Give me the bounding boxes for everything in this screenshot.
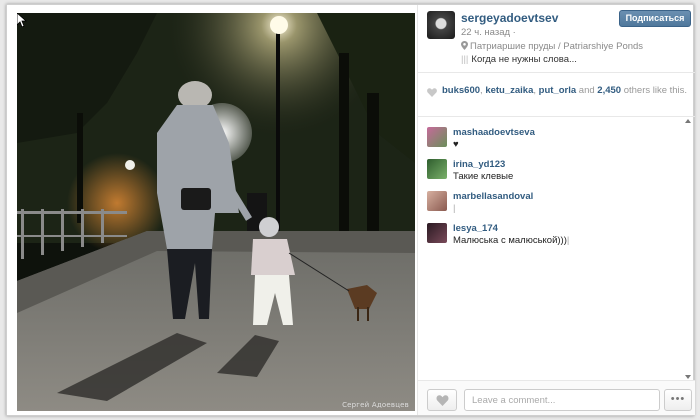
author-username[interactable]: sergeyadoevtsev (461, 11, 558, 25)
comment-item: mashaadoevtseva ♥ (418, 122, 682, 152)
more-options-button[interactable]: ••• (664, 389, 692, 411)
liker-link[interactable]: buks600 (442, 85, 480, 96)
post-photo[interactable]: Сергей Адоевцев (17, 13, 415, 411)
text-caret: | (566, 235, 570, 246)
heart-icon (436, 395, 449, 406)
photo-watermark: Сергей Адоевцев (342, 401, 409, 409)
comment-item: marbellasandoval | (418, 186, 682, 216)
likes-count[interactable]: 2,450 (597, 85, 621, 96)
likes-section: buks600, ketu_zaika, put_orla and 2,450 … (418, 73, 695, 117)
likes-and: and (576, 85, 598, 96)
comment-avatar[interactable] (427, 127, 447, 147)
likes-text: buks600, ketu_zaika, put_orla and 2,450 … (442, 85, 690, 97)
comment-username[interactable]: lesya_174 (453, 223, 498, 234)
author-avatar[interactable] (427, 11, 455, 39)
photo-illustration (17, 13, 415, 411)
comment-avatar[interactable] (427, 159, 447, 179)
comment-avatar[interactable] (427, 223, 447, 243)
comment-avatar[interactable] (427, 191, 447, 211)
comment-username[interactable]: irina_yd123 (453, 159, 505, 170)
comment-input[interactable] (464, 389, 660, 411)
post-caption-text: Когда не нужны слова... (471, 54, 577, 65)
comment-username[interactable]: marbellasandoval (453, 191, 533, 202)
location-pin-icon (461, 41, 468, 50)
comment-text-content: Малюська с малюськой))) (453, 235, 567, 246)
liker-link[interactable]: put_orla (539, 85, 576, 96)
comment-item: irina_yd123 Такие клевые (418, 154, 682, 184)
mouse-cursor-icon (17, 13, 27, 27)
comment-text: Малюська с малюськой)))| (453, 235, 569, 246)
post-modal: Сергей Адоевцев sergeyadoevtsev Подписат… (6, 4, 695, 416)
comment-text: Такие клевые (453, 171, 514, 182)
like-button[interactable] (427, 389, 457, 411)
comments-list: mashaadoevtseva ♥ irina_yd123 Такие клев… (418, 118, 682, 380)
post-details-sidebar: sergeyadoevtsev Подписаться 22 ч. назад … (417, 5, 695, 415)
liker-link[interactable]: ketu_zaika (485, 85, 533, 96)
comment-username[interactable]: mashaadoevtseva (453, 127, 535, 138)
comment-item: lesya_174 Малюська с малюськой)))| (418, 218, 682, 248)
heart-icon (427, 88, 437, 97)
comment-text: | (453, 203, 455, 214)
comment-footer: ••• (418, 380, 695, 415)
text-caret: | (453, 203, 456, 214)
scroll-up-arrow-icon[interactable] (685, 119, 691, 123)
post-time[interactable]: 22 ч. назад · (461, 27, 516, 38)
post-location-label: Патриаршие пруды / Patriarshiye Ponds (470, 41, 644, 52)
comment-text: ♥ (453, 139, 459, 150)
post-header: sergeyadoevtsev Подписаться 22 ч. назад … (418, 5, 695, 73)
likes-suffix: others like this. (621, 85, 688, 96)
scroll-down-arrow-icon[interactable] (685, 375, 691, 379)
caption-marker-icon: ||| (461, 54, 469, 65)
post-location[interactable]: Патриаршие пруды / Patriarshiye Ponds (461, 41, 643, 52)
comments-scrollbar[interactable] (684, 118, 693, 380)
follow-button[interactable]: Подписаться (619, 10, 691, 27)
post-caption: ||| Когда не нужны слова... (461, 54, 577, 65)
